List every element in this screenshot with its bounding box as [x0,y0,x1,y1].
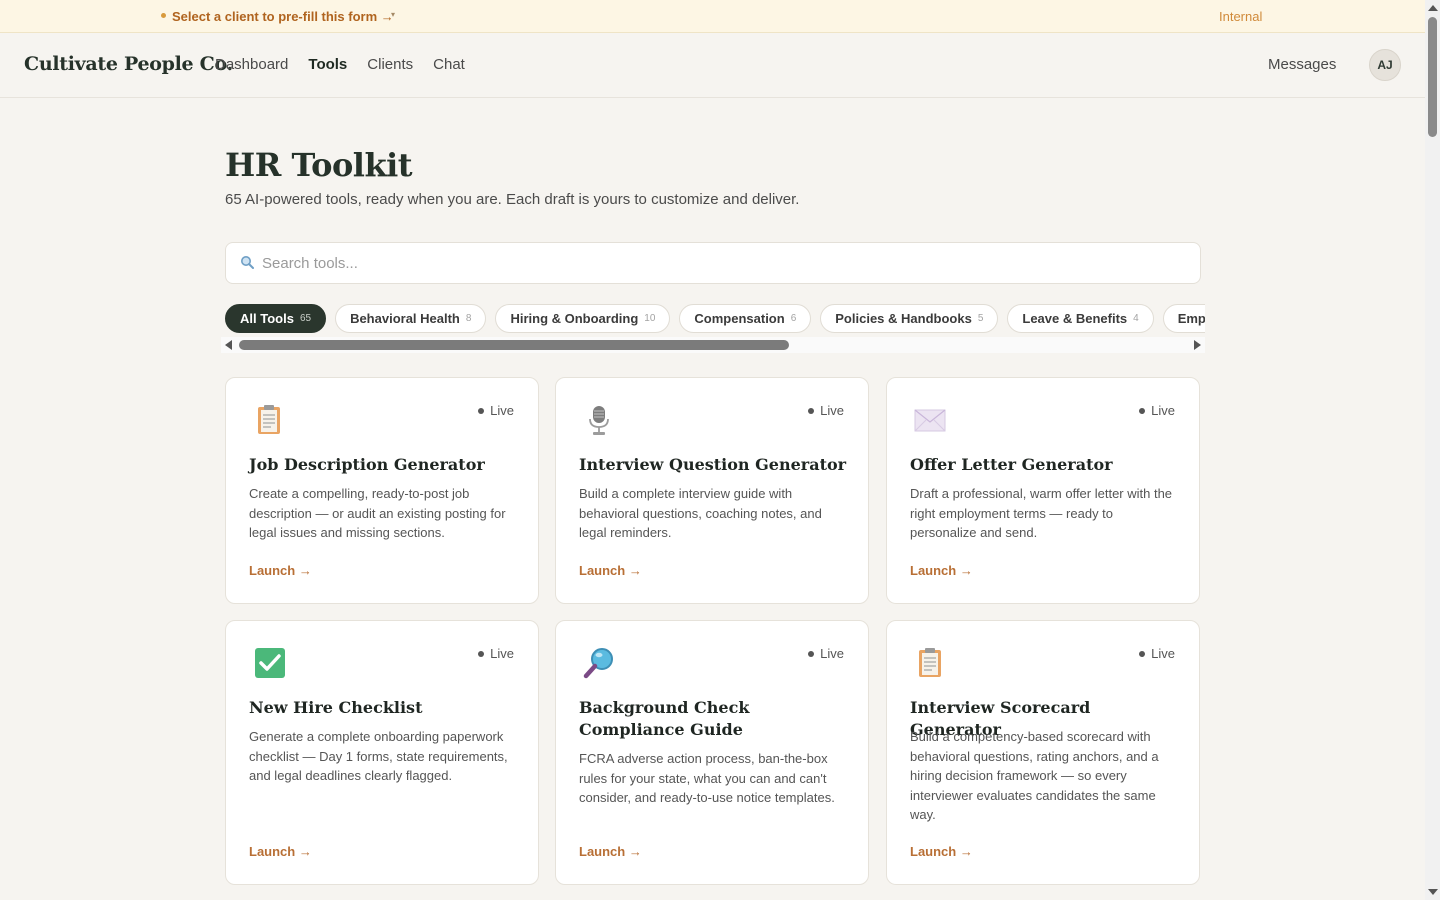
filter-chip-count: 10 [644,313,656,324]
chevron-down-icon[interactable]: ▾ [391,10,395,19]
checkmark-icon [249,645,289,681]
tool-card-new-hire-checklist[interactable]: Live New Hire Checklist Generate a compl… [225,620,539,885]
card-title: Offer Letter Generator [910,455,1113,474]
clipboard-icon [249,402,289,438]
tool-card-offer-letter[interactable]: Live Offer Letter Generator Draft a prof… [886,377,1200,604]
filter-chip-employee-relations[interactable]: Employee Relations [1162,304,1205,333]
nav-tools[interactable]: Tools [308,56,347,73]
filter-chip-label: Behavioral Health [350,311,460,326]
tool-card-interview-scorecard[interactable]: Live Interview Scorecard Generator Build… [886,620,1200,885]
filter-chip-count: 8 [465,313,472,324]
card-description: Build a complete interview guide with be… [579,486,822,540]
card-title: Job Description Generator [249,455,485,474]
status-dot-icon [808,650,815,657]
status-badge: Live [478,403,514,418]
page-title: HR Toolkit [225,146,413,184]
search-icon [240,255,254,272]
logo[interactable]: Cultivate People Co. [24,53,233,75]
status-badge: Live [478,646,514,661]
page-subtitle: 65 AI-powered tools, ready when you are.… [225,191,800,208]
card-title: Background Check Compliance Guide [579,698,750,739]
tool-card-job-description[interactable]: Live Job Description Generator Create a … [225,377,539,604]
filter-chip-label: Policies & Handbooks [835,311,972,326]
status-label: Live [1151,646,1175,661]
avatar[interactable]: AJ [1369,49,1401,81]
scroll-down-icon[interactable] [1428,889,1438,895]
filter-chip-label: Hiring & Onboarding [510,311,639,326]
filter-chip-label: Compensation [694,311,785,326]
messages-link[interactable]: Messages [1268,56,1336,73]
filter-chip-compensation[interactable]: Compensation 6 [679,304,812,333]
magnifier-icon [579,645,619,681]
status-label: Live [1151,403,1175,418]
tool-card-interview-questions[interactable]: Live Interview Question Generator Build … [555,377,869,604]
launch-button[interactable]: Launch → [910,563,973,578]
search-input[interactable] [262,243,1182,283]
filter-chip-label: All Tools [240,311,294,326]
filter-chip-all-tools[interactable]: All Tools 65 [225,304,327,333]
top-nav-bar: Cultivate People Co. Dashboard Tools Cli… [0,33,1425,98]
filter-chip-count: 4 [1133,313,1139,324]
search-box [225,242,1201,284]
status-dot-icon [478,407,485,414]
filter-chip-policies-handbooks[interactable]: Policies & Handbooks 5 [820,304,999,333]
card-description: Generate a complete onboarding paperwork… [249,729,508,783]
status-label: Live [490,646,514,661]
status-label: Live [490,403,514,418]
status-badge: Live [1139,646,1175,661]
launch-button[interactable]: Launch → [249,563,312,578]
tool-card-background-check[interactable]: Live Background Check Compliance Guide F… [555,620,869,885]
card-title: Interview Question Generator [579,455,847,474]
filter-chip-count: 5 [977,313,984,324]
scroll-right-icon[interactable] [1194,340,1201,350]
nav-clients[interactable]: Clients [367,56,413,73]
scroll-left-icon[interactable] [225,340,232,350]
status-label: Live [820,403,844,418]
card-description: FCRA adverse action process, ban-the-box… [579,751,835,805]
banner-dot-icon [161,13,166,18]
status-label: Live [820,646,844,661]
status-dot-icon [478,650,485,657]
launch-button[interactable]: Launch → [579,563,642,578]
filter-chip-count: 65 [299,313,312,324]
internal-badge: Internal [1219,9,1263,24]
card-title: New Hire Checklist [249,698,423,717]
category-filter-bar: All Tools 65 Behavioral Health 8 Hiring … [225,304,1205,334]
card-description: Create a compelling, ready-to-post job d… [249,486,506,540]
nav-chat[interactable]: Chat [433,56,465,73]
microphone-icon [579,402,619,438]
launch-button[interactable]: Launch → [910,844,973,859]
card-description: Draft a professional, warm offer letter … [910,486,1173,540]
scrollbar-thumb[interactable] [1428,17,1437,137]
page-scrollbar[interactable] [1425,0,1440,900]
main-nav: Dashboard Tools Clients Chat [215,56,465,73]
client-prefill-banner: Select a client to pre-fill this form → … [0,0,1425,33]
select-client-link[interactable]: Select a client to pre-fill this form → [172,9,394,24]
filter-chip-hiring-onboarding[interactable]: Hiring & Onboarding 10 [495,304,671,333]
launch-button[interactable]: Launch → [249,844,312,859]
status-badge: Live [1139,403,1175,418]
filter-chip-behavioral-health[interactable]: Behavioral Health 8 [335,304,487,333]
card-description: Build a competency-based scorecard with … [910,729,1159,822]
status-dot-icon [1139,650,1146,657]
status-dot-icon [1139,407,1146,414]
envelope-icon [910,402,950,438]
launch-button[interactable]: Launch → [579,844,642,859]
filter-chip-count: 6 [790,313,797,324]
filter-chip-label: Leave & Benefits [1022,311,1128,326]
scroll-up-icon[interactable] [1428,5,1438,11]
scrollbar-thumb[interactable] [239,340,789,350]
nav-dashboard[interactable]: Dashboard [215,56,288,73]
status-badge: Live [808,403,844,418]
filter-chip-leave-benefits[interactable]: Leave & Benefits 4 [1007,304,1154,333]
filter-scrollbar[interactable] [221,337,1205,353]
status-dot-icon [808,407,815,414]
filter-chip-label: Employee Relations [1177,311,1205,326]
status-badge: Live [808,646,844,661]
clipboard-icon [910,645,950,681]
